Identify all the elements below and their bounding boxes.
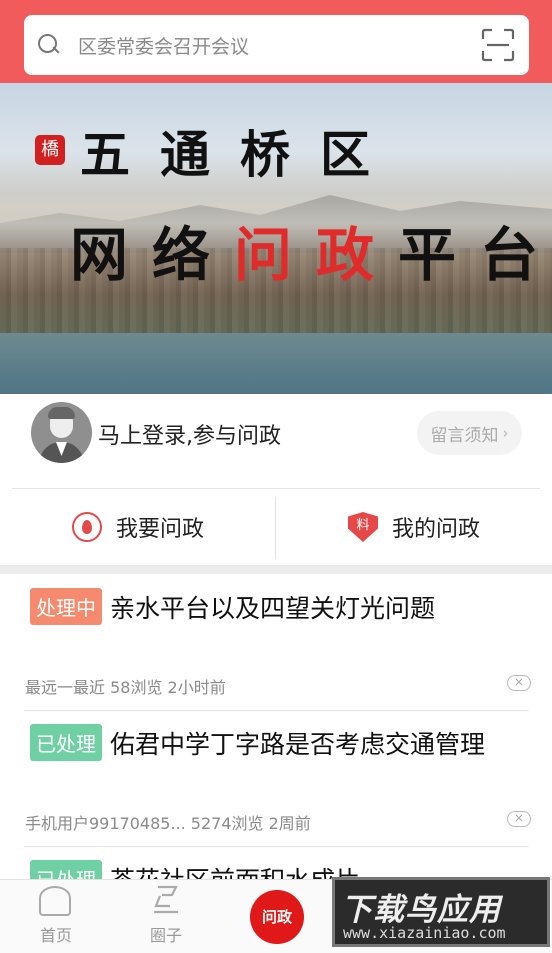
search-header: 区委常委会召开会议 <box>0 0 552 83</box>
tab-home[interactable]: 首页 <box>16 880 96 953</box>
ask-question-button[interactable]: 我要问政 <box>0 489 276 565</box>
item-meta: 最远一最近 58浏览 2小时前 <box>25 678 226 697</box>
tab-circle[interactable]: 圈子 <box>126 880 206 953</box>
item-meta: 手机用户99170485... 5274浏览 2周前 <box>25 814 311 833</box>
close-icon[interactable]: ✕ <box>507 811 531 827</box>
fire-icon <box>71 512 102 542</box>
notice-label: 留言须知 <box>430 425 499 446</box>
watermark-title: 下载鸟应用 <box>341 892 501 928</box>
question-feed[interactable]: 处理中 亲水平台以及四望关灯光问题 最远一最近 58浏览 2小时前 ✕ 已处理 … <box>0 574 552 879</box>
ask-question-label: 我要问政 <box>115 517 204 542</box>
watermark-url: www.xiazainiao.com <box>343 924 506 942</box>
list-item-title[interactable]: 处理中 亲水平台以及四望关灯光问题 <box>30 588 435 625</box>
scan-icon[interactable] <box>481 28 515 62</box>
item-divider <box>24 846 529 847</box>
tab-circle-label: 圈子 <box>149 926 182 945</box>
center-ask-button[interactable]: 问政 <box>250 890 304 944</box>
close-icon[interactable]: ✕ <box>507 675 531 691</box>
banner-title-part1: 网络 <box>70 221 235 289</box>
tab-home-label: 首页 <box>39 926 72 945</box>
item-title-text[interactable]: 佑君中学丁字路是否考虑交通管理 <box>110 725 485 761</box>
action-divider <box>275 497 276 559</box>
list-item-title[interactable]: 已处理 佑君中学丁字路是否考虑交通管理 <box>30 724 485 761</box>
my-questions-button[interactable]: 料 我的问政 <box>276 489 552 565</box>
search-input[interactable]: 区委常委会召开会议 <box>78 32 481 59</box>
search-box[interactable]: 区委常委会召开会议 <box>24 15 529 75</box>
action-row: 我要问政 料 我的问政 <box>0 489 552 565</box>
home-icon <box>39 886 71 916</box>
logo-seal-icon: 橋 <box>35 135 65 165</box>
item-divider <box>24 710 529 711</box>
notice-button[interactable]: 留言须知 › <box>417 411 522 455</box>
login-row[interactable]: 马上登录,参与问政 留言须知 › <box>0 394 552 484</box>
item-title-text[interactable]: 茶花社区前面积水成片 <box>110 861 360 880</box>
site-watermark: 下载鸟应用 www.xiazainiao.com <box>332 877 550 947</box>
status-badge: 已处理 <box>30 724 102 761</box>
my-questions-label: 我的问政 <box>391 517 480 542</box>
login-prompt[interactable]: 马上登录,参与问政 <box>98 418 281 450</box>
chevron-right-icon: › <box>502 424 509 442</box>
river-graphic <box>0 333 552 394</box>
item-title-text[interactable]: 亲水平台以及四望关灯光问题 <box>110 589 435 625</box>
section-gap <box>0 565 552 574</box>
banner-title-part2: 平台 <box>398 221 552 289</box>
shield-icon: 料 <box>347 512 378 542</box>
banner-title-highlight: 问政 <box>234 221 399 289</box>
avatar[interactable] <box>31 402 92 463</box>
circle-icon <box>154 885 178 914</box>
search-icon <box>38 34 60 56</box>
banner-image[interactable]: 橋 五通桥区 网络问政平台 <box>0 83 552 394</box>
avatar-hair <box>48 407 75 419</box>
status-badge: 处理中 <box>30 588 102 625</box>
banner-title-line1: 五通桥区 <box>80 125 400 184</box>
banner-title-line2: 网络问政平台 <box>70 208 552 292</box>
status-badge: 已处理 <box>30 860 102 879</box>
list-item-title[interactable]: 已处理 茶花社区前面积水成片 <box>30 860 360 879</box>
